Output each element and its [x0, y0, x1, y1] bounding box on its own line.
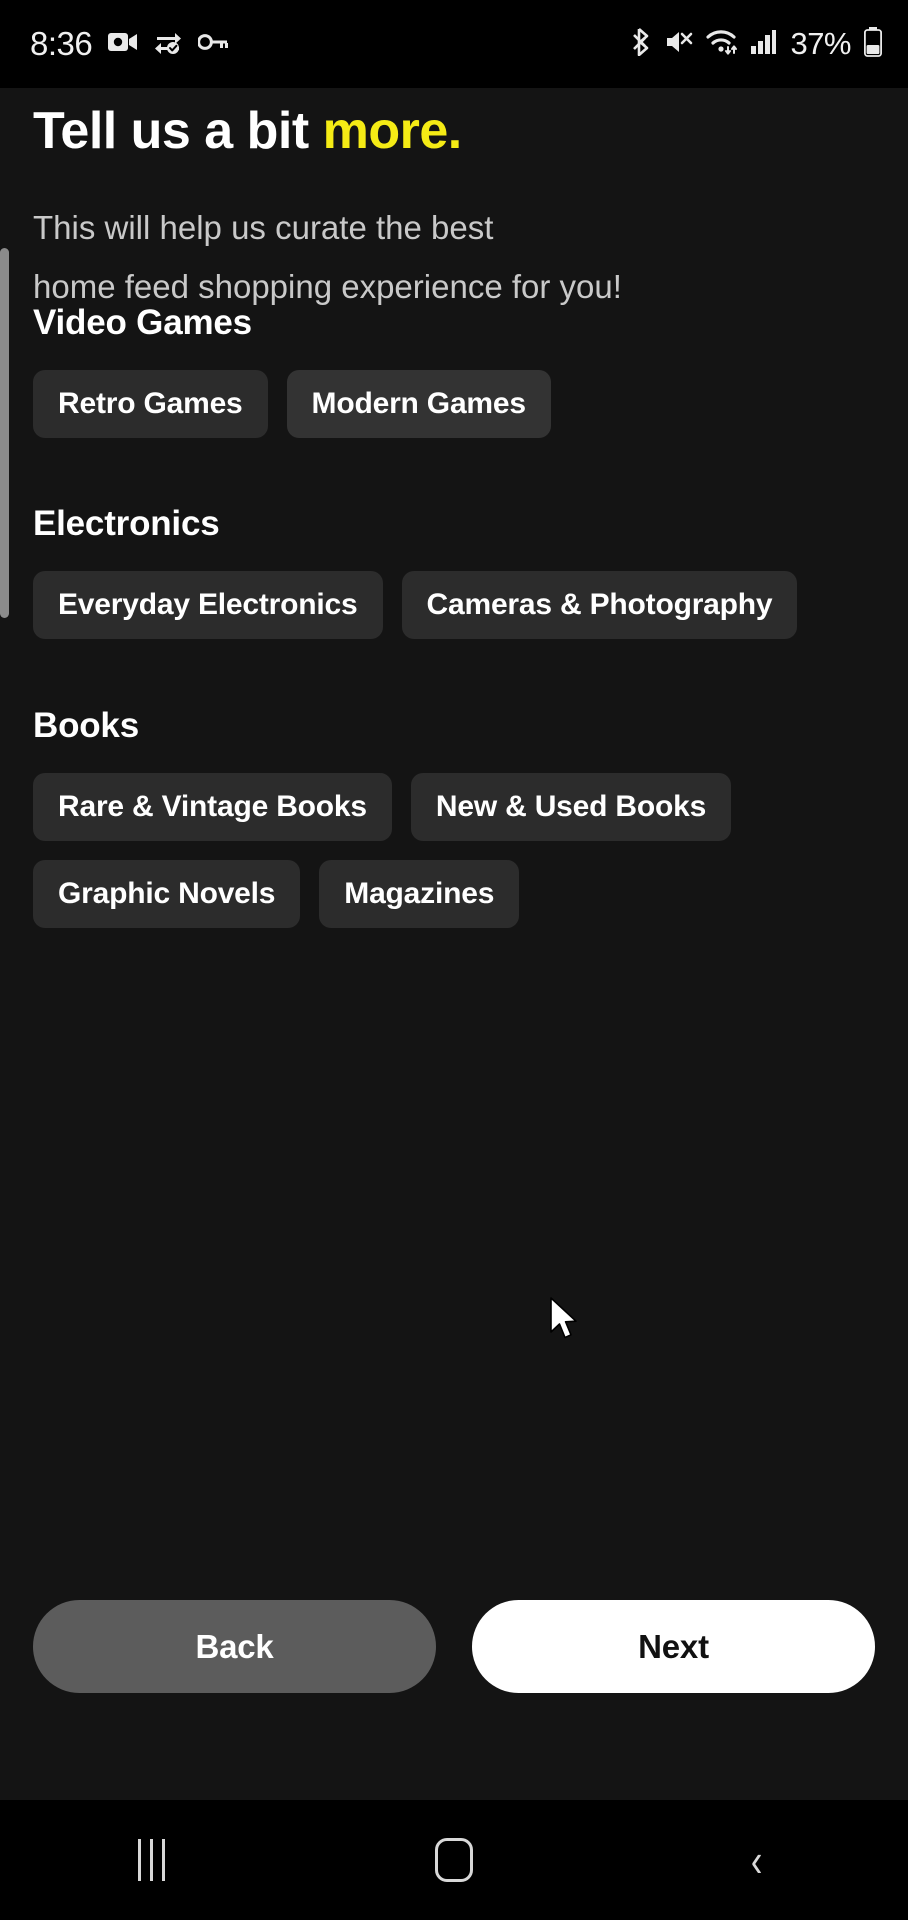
chip-graphic-novels[interactable]: Graphic Novels [33, 860, 301, 928]
recents-icon [137, 1839, 165, 1881]
chip-magazines[interactable]: Magazines [319, 860, 520, 928]
status-bar-clock: 8:36 [30, 25, 93, 62]
video-camera-icon [108, 31, 138, 58]
battery-percent-label: 37% [790, 26, 851, 61]
back-button[interactable]: Back [33, 1600, 436, 1693]
next-button[interactable]: Next [472, 1600, 875, 1693]
chip-row-books: Rare & Vintage Books New & Used Books Gr… [0, 773, 908, 928]
chip-retro-games[interactable]: Retro Games [33, 370, 268, 438]
phone-screen: 8:36 37% Tell us a bit more. This will h… [0, 0, 908, 1920]
signal-icon [751, 29, 777, 59]
section-video-games: Video Games Retro Games Modern Games [0, 303, 908, 438]
android-nav-bar: ‹ [0, 1800, 908, 1920]
wifi-icon [706, 29, 738, 60]
section-title-video-games: Video Games [33, 303, 252, 342]
vpn-sync-icon [154, 30, 182, 59]
section-title-electronics: Electronics [33, 504, 220, 543]
page-title-accent: more. [322, 102, 463, 160]
app-content: Tell us a bit more. This will help us cu… [0, 88, 908, 1800]
home-icon [434, 1838, 473, 1882]
back-chevron-icon: ‹ [750, 1834, 763, 1886]
section-books: Books Rare & Vintage Books New & Used Bo… [0, 706, 908, 928]
section-title-books: Books [33, 706, 139, 745]
bluetooth-icon [632, 27, 652, 61]
key-icon [197, 33, 229, 55]
chip-cameras-photography[interactable]: Cameras & Photography [401, 571, 798, 639]
chip-row-electronics: Everyday Electronics Cameras & Photograp… [0, 571, 908, 639]
wizard-actions: Back Next [0, 1600, 908, 1693]
nav-home-button[interactable] [384, 1800, 524, 1920]
chip-modern-games[interactable]: Modern Games [286, 370, 551, 438]
chip-row-video-games: Retro Games Modern Games [0, 370, 908, 438]
battery-icon [863, 26, 883, 62]
mute-icon [665, 29, 693, 60]
chip-everyday-electronics[interactable]: Everyday Electronics [33, 571, 383, 639]
nav-recents-button[interactable] [81, 1800, 221, 1920]
status-bar: 8:36 37% [0, 0, 908, 88]
page-title-plain: Tell us a bit [33, 102, 323, 160]
page-title: Tell us a bit more. [33, 101, 462, 161]
chip-new-used-books[interactable]: New & Used Books [410, 773, 732, 841]
status-bar-right: 37% [632, 26, 883, 62]
page-subtitle-line1: This will help us curate the best [33, 209, 494, 246]
status-bar-left: 8:36 [0, 25, 229, 63]
section-electronics: Electronics Everyday Electronics Cameras… [0, 504, 908, 639]
chip-rare-vintage-books[interactable]: Rare & Vintage Books [33, 773, 392, 841]
page-subtitle: This will help us curate the best home f… [33, 198, 622, 316]
nav-back-button[interactable]: ‹ [687, 1800, 827, 1920]
